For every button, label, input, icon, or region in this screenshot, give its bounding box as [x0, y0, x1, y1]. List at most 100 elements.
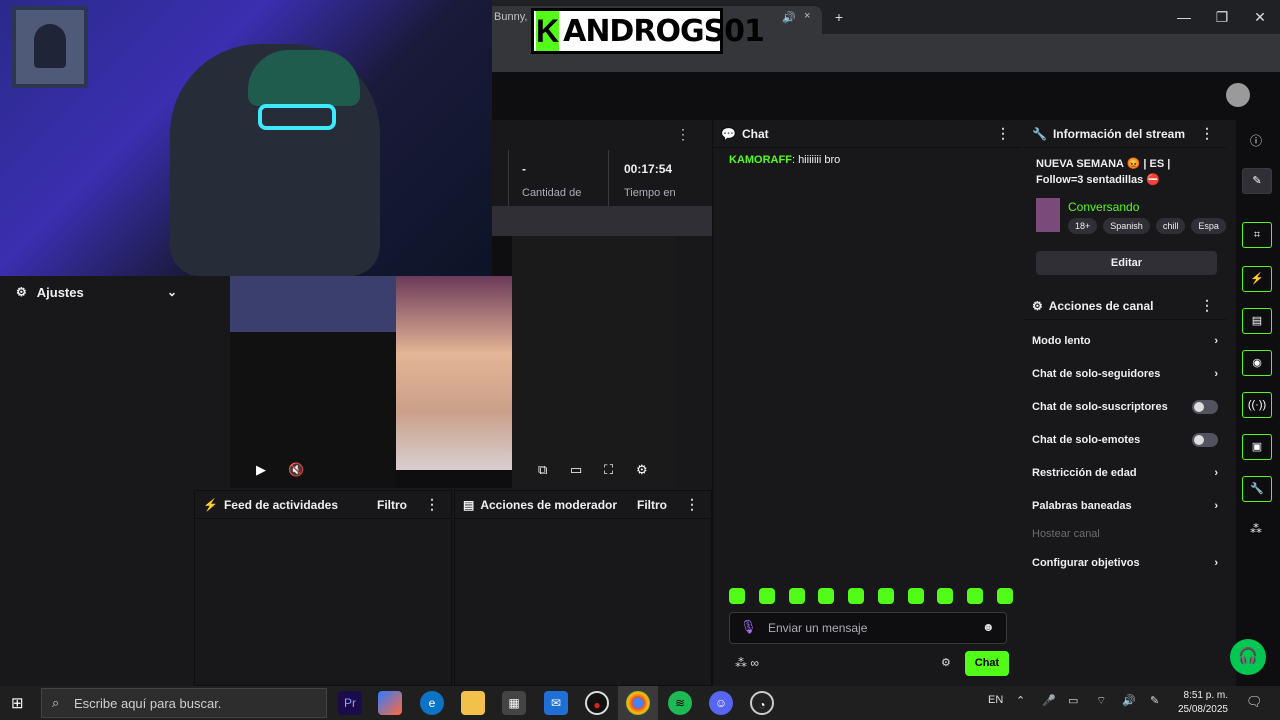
file-explorer-icon[interactable] [461, 691, 485, 715]
channel-actions-menu-icon[interactable]: ⋮ [1196, 297, 1218, 314]
chat-input-placeholder: Enviar un mensaje [768, 621, 868, 635]
chat-message[interactable]: KAMORAFF: hiiiiiii bro [713, 148, 1022, 172]
obs-record-icon[interactable]: ● [585, 691, 609, 715]
category-name[interactable]: Conversando [1068, 200, 1139, 214]
player-settings-icon[interactable]: ⚙ [636, 462, 648, 478]
mail-icon[interactable]: ✉ [544, 691, 568, 715]
action-configure-goals[interactable]: Configurar objetivos › [1024, 546, 1226, 579]
action-followers-only[interactable]: Chat de solo-seguidores › [1024, 357, 1226, 390]
pen-icon[interactable]: ✎ [1150, 694, 1159, 707]
action-label: Chat de solo-emotes [1032, 433, 1141, 446]
wifi-icon[interactable]: ⌔ [1096, 694, 1106, 708]
points-icon[interactable]: ⁂ [1250, 522, 1262, 536]
channel-actions-panel: ⚙ Acciones de canal ⋮ Modo lento › Chat d… [1024, 292, 1226, 686]
wrench-icon: 🔧 [1032, 126, 1047, 141]
fullscreen-icon[interactable]: ⛶ [604, 462, 613, 478]
video-icon[interactable]: ▣ [1242, 434, 1272, 460]
action-banned-words[interactable]: Palabras baneadas › [1024, 489, 1226, 522]
windows-start-icon[interactable]: ⊞ [11, 694, 24, 712]
activity-filter-button[interactable]: Filtro [377, 498, 407, 512]
emote-icon[interactable] [729, 588, 745, 604]
emote-icon[interactable] [788, 588, 805, 604]
emote-icon[interactable] [758, 588, 775, 604]
maximize-button[interactable]: ❐ [1212, 7, 1232, 27]
new-tab-button[interactable]: + [829, 7, 849, 27]
info-icon[interactable]: ⓘ [1250, 132, 1262, 149]
broadcast-icon[interactable]: ((·)) [1242, 392, 1272, 418]
action-emotes-only: Chat de solo-emotes [1024, 423, 1226, 456]
chevron-up-icon[interactable]: ⌃ [1016, 694, 1025, 707]
subscribers-only-toggle[interactable] [1192, 399, 1218, 414]
microphone-icon[interactable]: 🎙 [740, 619, 757, 635]
obs-icon[interactable]: ◔ [750, 691, 774, 715]
chat-icon[interactable]: ◉ [1242, 350, 1272, 376]
right-tool-rail: ⓘ ✎ ⌗ ⚡ ▤ ◉ ((·)) ▣ 🔧 ⁂ [1236, 120, 1280, 686]
spotify-icon[interactable]: ≋ [668, 691, 692, 715]
emote-icon[interactable] [907, 588, 924, 604]
logo-letter: K [536, 11, 560, 51]
tag[interactable]: Spanish [1103, 218, 1150, 234]
capture-icon[interactable]: ⌗ [1242, 222, 1272, 248]
send-chat-button[interactable]: Chat [965, 651, 1009, 676]
emote-icon[interactable] [937, 588, 954, 604]
chevron-right-icon: › [1214, 334, 1218, 347]
discord-icon[interactable]: ☺ [709, 691, 733, 715]
points-icon[interactable]: ⁂ ∞ [735, 656, 759, 670]
close-window-button[interactable]: ✕ [1250, 7, 1270, 27]
settings-header[interactable]: ⚙ Ajustes ⌄ [0, 276, 193, 308]
action-age-restriction[interactable]: Restricción de edad › [1024, 456, 1226, 489]
wrench-icon[interactable]: 🔧 [1242, 476, 1272, 502]
bolt-icon[interactable]: ⚡ [1242, 266, 1272, 292]
emote-icon[interactable] [877, 588, 894, 604]
chrome-icon[interactable] [626, 691, 650, 715]
stream-info-menu-icon[interactable]: ⋮ [1196, 125, 1218, 142]
emote-icon[interactable] [996, 588, 1013, 604]
minimize-button[interactable]: — [1174, 7, 1194, 27]
tag[interactable]: chill [1155, 218, 1186, 234]
speaker-icon[interactable]: 🔊 [782, 11, 796, 24]
document-icon[interactable]: ▤ [1242, 308, 1272, 334]
chat-input[interactable]: 🎙 Enviar un mensaje ☻ [729, 612, 1007, 644]
action-slow-mode[interactable]: Modo lento › [1024, 324, 1226, 357]
notification-icon[interactable]: 🗨 [1246, 694, 1263, 710]
tab-close-button[interactable]: × [804, 10, 810, 22]
emotes-only-toggle[interactable] [1192, 432, 1218, 447]
chat-settings-icon[interactable]: ⚙ [941, 656, 951, 669]
tag[interactable]: Espa [1191, 218, 1226, 234]
play-icon[interactable]: ▶ [256, 462, 266, 478]
chat-username[interactable]: KAMORAFF [729, 154, 792, 166]
pip-icon[interactable]: ⧉ [538, 462, 547, 478]
stream-stats: - Cantidad de 00:17:54 Tiempo en [492, 150, 712, 206]
premiere-icon[interactable]: Pr [338, 691, 362, 715]
microphone-tray-icon[interactable]: 🎤 [1042, 694, 1056, 707]
copilot-icon[interactable] [378, 691, 402, 715]
taskbar-clock[interactable]: 8:51 p. m. 25/08/2025 [1176, 689, 1228, 717]
chat-menu-icon[interactable]: ⋮ [992, 125, 1014, 142]
emote-icon[interactable] [818, 588, 835, 604]
language-indicator[interactable]: EN [988, 694, 1003, 706]
help-headset-button[interactable]: 🎧 [1230, 639, 1266, 675]
stream-title: NUEVA SEMANA 😡 | ES | Follow=3 sentadill… [1036, 158, 1171, 186]
edge-icon[interactable]: e [420, 691, 444, 715]
taskbar-search-input[interactable]: ⌕ Escribe aquí para buscar. [41, 688, 327, 718]
mute-icon[interactable]: 🔇 [288, 462, 304, 478]
gear-icon: ⚙ [16, 285, 27, 299]
moderator-filter-button[interactable]: Filtro [637, 498, 667, 512]
edit-button[interactable]: Editar [1036, 251, 1217, 275]
emote-icon[interactable] [848, 588, 865, 604]
emote-icon[interactable] [967, 588, 984, 604]
tag[interactable]: 18+ [1068, 218, 1098, 234]
category-thumbnail[interactable] [1036, 198, 1060, 232]
clock-time: 8:51 p. m. [1183, 690, 1228, 701]
pencil-icon[interactable]: ✎ [1242, 168, 1272, 194]
user-avatar[interactable] [1226, 83, 1250, 107]
store-icon[interactable]: ▦ [502, 691, 526, 715]
search-icon: ⌕ [52, 695, 60, 710]
emoji-icon[interactable]: ☻ [982, 620, 995, 634]
theater-icon[interactable]: ▭ [570, 462, 582, 478]
moderator-menu-icon[interactable]: ⋮ [681, 496, 703, 513]
activity-menu-icon[interactable]: ⋮ [421, 496, 443, 513]
volume-icon[interactable]: 🔊 [1122, 694, 1136, 707]
preview-menu-icon[interactable]: ⋮ [676, 126, 690, 143]
battery-icon[interactable]: ▭ [1068, 694, 1078, 707]
